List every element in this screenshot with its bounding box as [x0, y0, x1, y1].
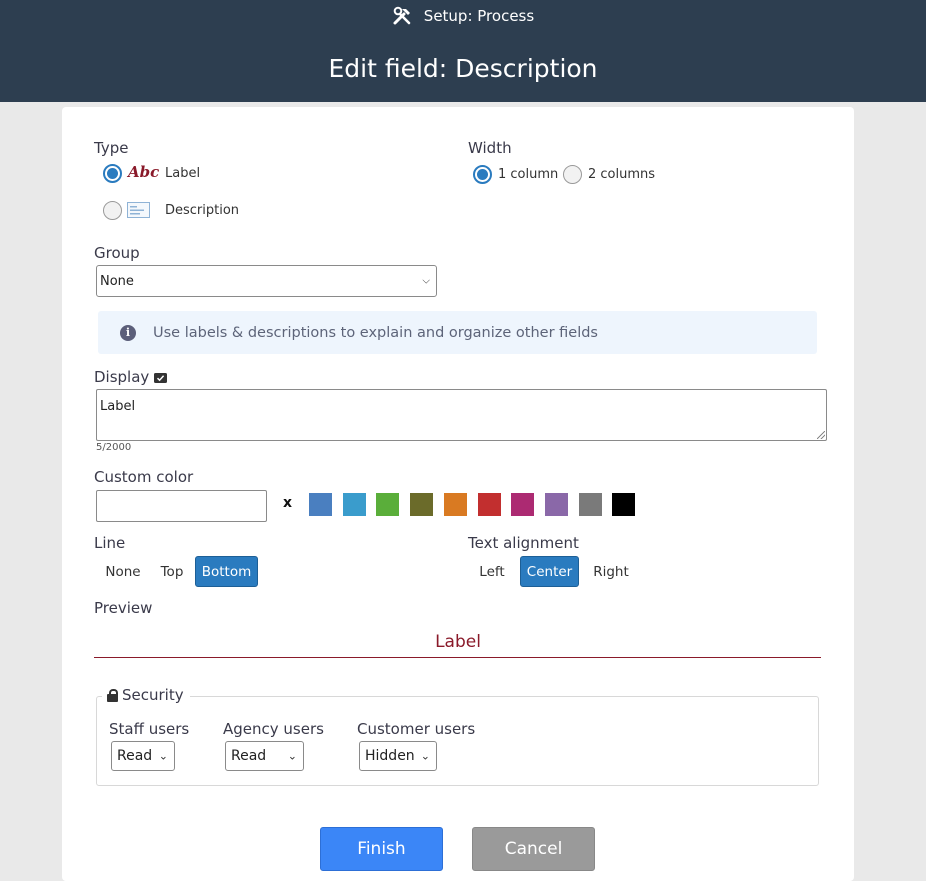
finish-button[interactable]: Finish [320, 827, 443, 871]
type-description-option[interactable]: Description [165, 203, 239, 218]
staff-users-value: Read [117, 748, 153, 764]
align-center-button[interactable]: Center [520, 556, 579, 587]
security-fieldset [96, 696, 819, 786]
info-icon: i [120, 324, 136, 341]
abc-icon: Abc [128, 163, 160, 181]
customer-users-label: Customer users [357, 720, 476, 738]
display-textarea[interactable]: Label [96, 389, 827, 441]
color-swatch-olive[interactable] [410, 493, 433, 516]
color-swatch-light-blue[interactable] [343, 493, 366, 516]
security-legend-text: Security [122, 686, 184, 704]
width-1-column-option[interactable]: 1 column [498, 167, 558, 182]
custom-color-input[interactable] [96, 490, 267, 522]
cancel-button[interactable]: Cancel [472, 827, 595, 871]
resize-handle[interactable] [817, 431, 825, 439]
description-icon [127, 202, 150, 218]
color-swatch-gray[interactable] [579, 493, 602, 516]
breadcrumb-text[interactable]: Setup: Process [424, 7, 534, 25]
type-label-radio[interactable] [103, 164, 122, 183]
header: Setup: Process Edit field: Description [0, 0, 926, 102]
color-swatch-purple[interactable] [545, 493, 568, 516]
preview-text: Label [435, 632, 481, 652]
agency-users-value: Read [231, 748, 267, 764]
line-none-button[interactable]: None [98, 556, 148, 587]
breadcrumb: Setup: Process [0, 6, 926, 26]
color-swatch-black[interactable] [612, 493, 635, 516]
text-alignment-heading: Text alignment [468, 534, 579, 552]
staff-users-select[interactable]: Read ⌄ [111, 741, 175, 771]
display-heading: Display [94, 368, 150, 386]
info-banner: i Use labels & descriptions to explain a… [98, 311, 817, 354]
clear-color-button[interactable]: x [283, 495, 292, 511]
preview-bottom-line [94, 657, 821, 658]
display-value: Label [100, 399, 136, 414]
agency-users-select[interactable]: Read ⌄ [225, 741, 304, 771]
custom-color-heading: Custom color [94, 468, 194, 486]
edit-field-form: Type Abc Label Description Width 1 colum… [62, 107, 854, 881]
security-legend: Security [102, 686, 190, 704]
rich-text-icon[interactable] [154, 373, 167, 383]
color-swatch-green[interactable] [376, 493, 399, 516]
group-select[interactable]: None ⌵ [96, 265, 437, 297]
color-swatch-orange[interactable] [444, 493, 467, 516]
preview-heading: Preview [94, 599, 153, 617]
chevron-down-icon: ⌄ [420, 749, 430, 763]
page-title: Edit field: Description [328, 54, 598, 83]
chevron-down-icon: ⌄ [287, 749, 297, 763]
customer-users-select[interactable]: Hidden ⌄ [359, 741, 437, 771]
type-heading: Type [94, 139, 129, 157]
tools-icon [393, 6, 411, 25]
customer-users-value: Hidden [365, 748, 415, 764]
info-text: Use labels & descriptions to explain and… [153, 324, 598, 341]
align-left-button[interactable]: Left [472, 556, 512, 587]
color-swatch-red[interactable] [478, 493, 501, 516]
line-bottom-button[interactable]: Bottom [195, 556, 258, 587]
group-select-value: None [100, 273, 134, 289]
width-heading: Width [468, 139, 512, 157]
width-1-column-radio[interactable] [473, 165, 492, 184]
character-counter: 5/2000 [96, 442, 132, 453]
group-heading: Group [94, 244, 140, 262]
chevron-down-icon: ⌄ [158, 749, 168, 763]
type-label-option[interactable]: Label [165, 166, 200, 181]
chevron-down-icon: ⌵ [422, 275, 430, 287]
staff-users-label: Staff users [109, 720, 190, 738]
line-top-button[interactable]: Top [152, 556, 192, 587]
width-2-columns-option[interactable]: 2 columns [588, 167, 655, 182]
color-swatch-magenta[interactable] [511, 493, 534, 516]
agency-users-label: Agency users [223, 720, 324, 738]
align-right-button[interactable]: Right [586, 556, 636, 587]
width-2-columns-radio[interactable] [563, 165, 582, 184]
color-swatch-blue[interactable] [309, 493, 332, 516]
line-heading: Line [94, 534, 126, 552]
type-description-radio[interactable] [103, 201, 122, 220]
lock-icon [107, 688, 118, 702]
